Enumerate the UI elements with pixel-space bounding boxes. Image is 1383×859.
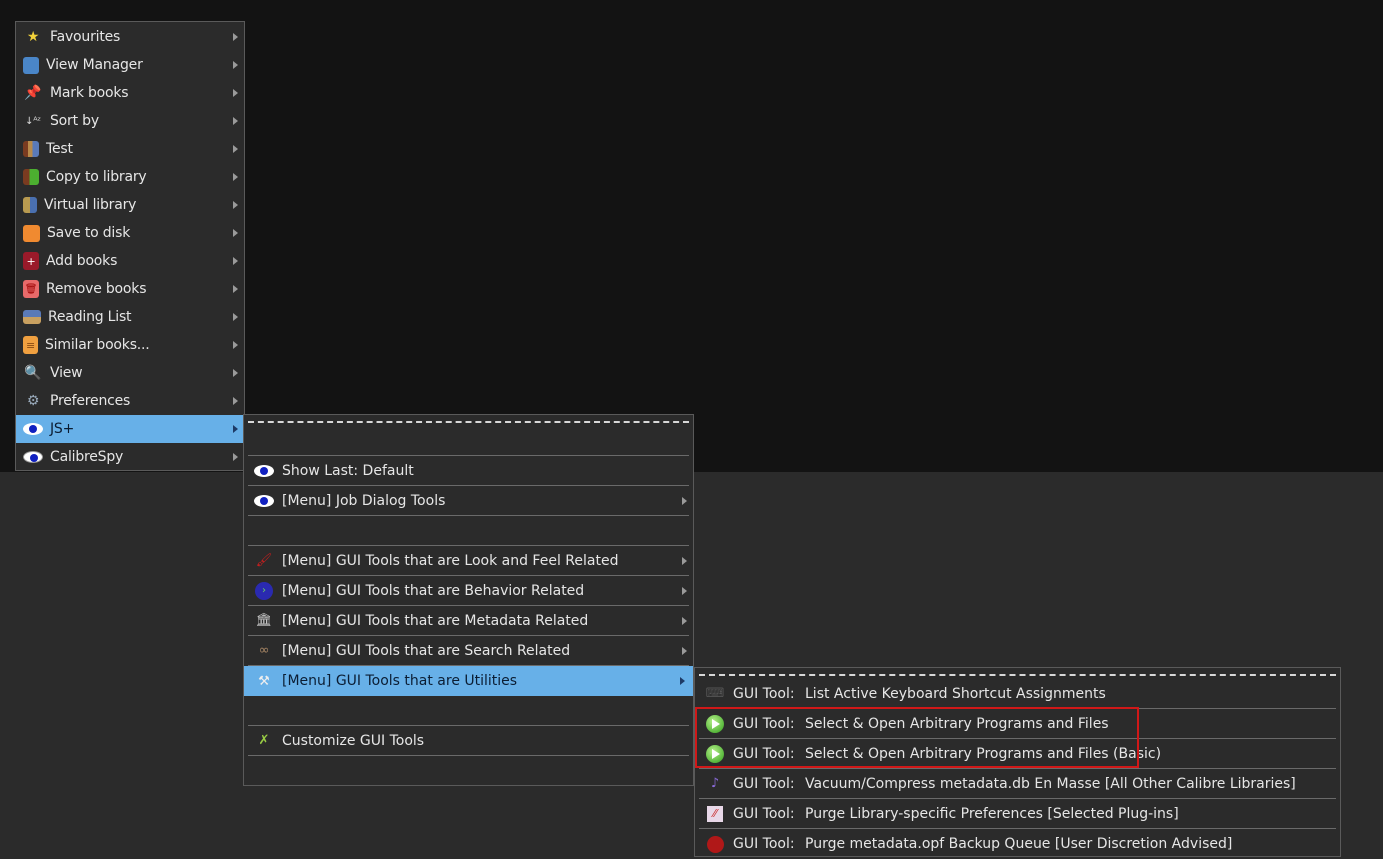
submenu-arrow-icon — [233, 229, 238, 237]
virtual-library-icon — [23, 197, 37, 213]
purge-icon: ⁄⁄ — [705, 804, 725, 824]
play-icon — [705, 744, 725, 764]
submenu-arrow-icon — [682, 646, 687, 655]
menu-item-select-open-programs[interactable]: GUI Tool: Select & Open Arbitrary Program… — [699, 709, 1336, 739]
submenu-arrow-icon — [233, 89, 238, 97]
submenu-arrow-icon — [233, 117, 238, 125]
submenu-arrow-icon — [233, 453, 238, 461]
submenu-arrow-icon — [682, 586, 687, 595]
pin-icon: 📌 — [24, 85, 42, 101]
submenu-arrow-icon — [233, 369, 238, 377]
menu-item-save-to-disk[interactable]: Save to disk — [16, 219, 244, 247]
column-icon: 🏛 — [255, 613, 273, 628]
submenu-arrow-icon — [233, 173, 238, 181]
menu-item-show-last[interactable]: Show Last: Default — [248, 456, 689, 486]
separator-row — [248, 696, 689, 726]
menu-item-add-books[interactable]: + Add books — [16, 247, 244, 275]
library-icon — [23, 141, 39, 157]
menu-item-purge-backup-queue[interactable]: GUI Tool: Purge metadata.opf Backup Queue… — [699, 829, 1336, 859]
menu-item-reading-list[interactable]: Reading List — [16, 303, 244, 331]
similar-books-icon: ≡ — [23, 336, 38, 354]
spy-eye-icon — [23, 447, 43, 467]
submenu-arrow-icon — [233, 425, 238, 433]
eye-icon — [23, 419, 43, 439]
books-stack-icon — [23, 310, 41, 324]
submenu-arrow-icon — [233, 397, 238, 405]
add-book-icon: + — [23, 252, 39, 270]
eye-icon — [254, 491, 274, 511]
jsplus-submenu: Show Last: Default [Menu] Job Dialog Too… — [243, 414, 694, 786]
submenu-arrow-icon — [233, 145, 238, 153]
submenu-arrow-icon — [233, 33, 238, 41]
gears-icon: ⚙ — [26, 393, 40, 409]
menu-item-job-dialog-tools[interactable]: [Menu] Job Dialog Tools — [248, 486, 689, 516]
customize-icon: ✗ — [258, 733, 270, 748]
menu-item-view-manager[interactable]: View Manager — [16, 51, 244, 79]
submenu-arrow-icon — [680, 677, 685, 685]
eye-icon — [254, 461, 274, 481]
copy-library-icon — [23, 169, 39, 185]
tear-off-handle[interactable] — [248, 421, 689, 423]
menu-item-purge-preferences[interactable]: ⁄⁄ GUI Tool: Purge Library-specific Prefer… — [699, 799, 1336, 829]
menu-item-search[interactable]: ∞ [Menu] GUI Tools that are Search Relate… — [248, 636, 689, 666]
menu-item-mark-books[interactable]: 📌 Mark books — [16, 79, 244, 107]
menu-item-remove-books[interactable]: 🗑 Remove books — [16, 275, 244, 303]
tear-off-handle[interactable] — [699, 674, 1336, 676]
menu-item-calibrespy[interactable]: CalibreSpy — [16, 443, 244, 471]
stop-icon — [705, 834, 725, 854]
menu-item-look-and-feel[interactable]: 🖌 [Menu] GUI Tools that are Look and Feel… — [248, 546, 689, 576]
magnifier-icon: 🔍 — [24, 365, 42, 381]
play-icon — [705, 714, 725, 734]
behavior-icon: › — [254, 581, 274, 601]
menu-item-view[interactable]: 🔍 View — [16, 359, 244, 387]
menu-item-select-open-programs-basic[interactable]: GUI Tool: Select & Open Arbitrary Program… — [699, 739, 1336, 769]
paintbrush-icon: 🖌 — [255, 553, 273, 568]
binoculars-icon: ∞ — [258, 643, 270, 658]
menu-item-customize-gui-tools[interactable]: ✗ Customize GUI Tools — [248, 726, 689, 756]
submenu-arrow-icon — [233, 257, 238, 265]
separator-row — [248, 516, 689, 546]
menu-item-sort-by[interactable]: ↓ᴬᶻ Sort by — [16, 107, 244, 135]
menu-item-similar-books[interactable]: ≡ Similar books... — [16, 331, 244, 359]
view-manager-icon — [23, 56, 39, 74]
menu-item-preferences[interactable]: ⚙ Preferences — [16, 387, 244, 415]
submenu-arrow-icon — [682, 496, 687, 505]
trash-icon: 🗑 — [23, 280, 39, 298]
save-icon — [23, 224, 40, 242]
menu-item-test[interactable]: Test — [16, 135, 244, 163]
submenu-arrow-icon — [233, 201, 238, 209]
submenu-arrow-icon — [233, 285, 238, 293]
menu-item-vacuum-metadata[interactable]: ♪ GUI Tool: Vacuum/Compress metadata.db En… — [699, 769, 1336, 799]
sort-az-icon: ↓ᴬᶻ — [25, 115, 41, 127]
menu-item-virtual-library[interactable]: Virtual library — [16, 191, 244, 219]
keyboard-icon: ⌨ — [705, 686, 725, 701]
vacuum-icon: ♪ — [710, 776, 720, 791]
submenu-arrow-icon — [233, 61, 238, 69]
tools-icon: ⚒ — [258, 673, 270, 689]
submenu-arrow-icon — [682, 556, 687, 565]
star-icon: ★ — [26, 29, 40, 45]
submenu-arrow-icon — [233, 341, 238, 349]
submenu-arrow-icon — [682, 616, 687, 625]
menu-item-behavior[interactable]: › [Menu] GUI Tools that are Behavior Rela… — [248, 576, 689, 606]
utilities-submenu: ⌨ GUI Tool: List Active Keyboard Shortcut … — [694, 667, 1341, 857]
main-context-menu: ★ Favourites View Manager 📌 Mark books ↓ᴬᶻ… — [15, 21, 245, 471]
menu-item-metadata[interactable]: 🏛 [Menu] GUI Tools that are Metadata Rela… — [248, 606, 689, 636]
menu-item-jsplus[interactable]: JS+ — [16, 415, 244, 443]
menu-item-copy-to-library[interactable]: Copy to library — [16, 163, 244, 191]
separator-row — [248, 426, 689, 456]
menu-item-utilities[interactable]: ⚒ [Menu] GUI Tools that are Utilities — [244, 666, 693, 696]
menu-item-list-shortcuts[interactable]: ⌨ GUI Tool: List Active Keyboard Shortcut … — [699, 679, 1336, 709]
submenu-arrow-icon — [233, 313, 238, 321]
menu-item-favourites[interactable]: ★ Favourites — [16, 23, 244, 51]
